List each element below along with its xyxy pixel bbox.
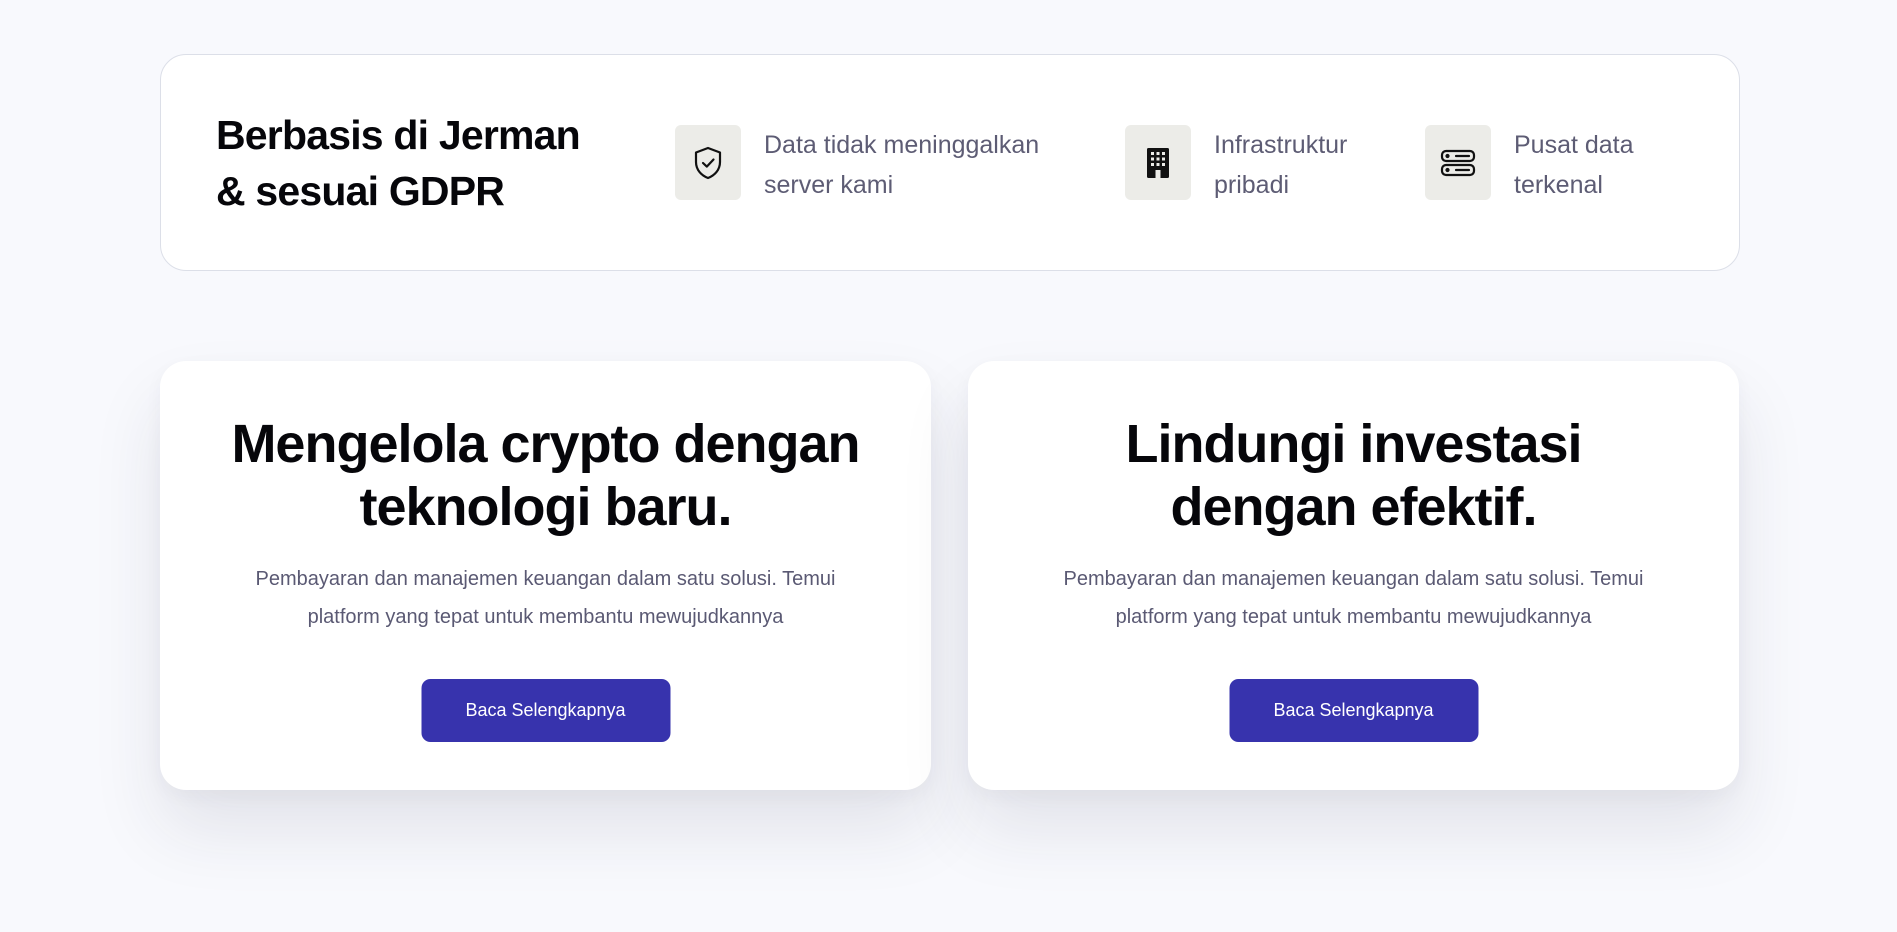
card-description: Pembayaran dan manajemen keuangan dalam …	[255, 568, 836, 628]
promo-card-crypto: Mengelola crypto dengan teknologi baru. …	[160, 361, 931, 790]
feature-known-data-center: Pusat data terkenal	[1425, 125, 1674, 205]
feature-label: Data tidak meninggalkan server kami	[764, 131, 1040, 199]
read-more-button[interactable]: Baca Selengkapnya	[1229, 679, 1478, 742]
feature-label: Pusat data terkenal	[1514, 131, 1634, 199]
building-icon	[1125, 125, 1191, 200]
shield-check-icon	[675, 125, 741, 200]
server-icon	[1425, 125, 1491, 200]
feature-data-stays-on-servers: Data tidak meninggalkan server kami	[675, 125, 1064, 205]
promo-card-investment: Lindungi investasi dengan efektif. Pemba…	[968, 361, 1739, 790]
card-title: Mengelola crypto dengan teknologi baru.	[231, 414, 860, 537]
feature-private-infrastructure: Infrastruktur pribadi	[1125, 125, 1394, 205]
read-more-button[interactable]: Baca Selengkapnya	[421, 679, 670, 742]
card-title: Lindungi investasi dengan efektif.	[1125, 414, 1582, 537]
gdpr-trust-bar: Berbasis di Jerman & sesuai GDPR Data ti…	[160, 54, 1740, 271]
feature-label: Infrastruktur pribadi	[1214, 131, 1348, 199]
card-description: Pembayaran dan manajemen keuangan dalam …	[1063, 568, 1644, 628]
trust-bar-title: Berbasis di Jerman & sesuai GDPR	[216, 112, 581, 214]
